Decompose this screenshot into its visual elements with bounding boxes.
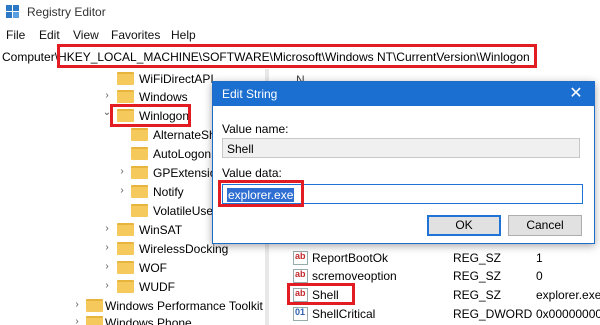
value-data: 1 [536, 251, 543, 265]
folder-icon [86, 316, 103, 325]
value-data: 0x00000000 (0 [536, 307, 600, 321]
menu-favorites[interactable]: Favorites [111, 28, 160, 42]
value-data-highlight-box [218, 180, 304, 207]
address-highlight-box [57, 44, 537, 68]
menu-help[interactable]: Help [171, 28, 196, 42]
folder-icon [117, 90, 134, 103]
menu-view[interactable]: View [73, 28, 99, 42]
value-type: REG_SZ [453, 269, 502, 283]
value-row-reportbootok[interactable]: ab ReportBootOk REG_SZ 1 [269, 248, 600, 268]
folder-icon [131, 147, 148, 160]
value-type: REG_SZ [453, 288, 502, 302]
tree-item-label: Windows Phone [105, 316, 192, 325]
expand-chevron-icon[interactable]: › [102, 261, 112, 272]
folder-icon [117, 280, 134, 293]
folder-icon [117, 223, 134, 236]
registry-editor-icon [6, 5, 20, 19]
dword-value-icon: 01 [293, 307, 308, 321]
folder-icon [86, 299, 103, 312]
tree-item-label: Windows Performance Toolkit [105, 299, 263, 313]
value-type: REG_DWORD [453, 307, 533, 321]
value-name-label: Value name: [222, 122, 289, 136]
menu-edit[interactable]: Edit [39, 28, 60, 42]
close-icon[interactable]: ✕ [566, 84, 586, 104]
winlogon-highlight-box [110, 104, 191, 127]
tree-item-label: WUDF [139, 280, 175, 294]
tree-item-label: Notify [153, 185, 184, 199]
shell-highlight-box [287, 283, 355, 305]
folder-icon [117, 242, 134, 255]
window-title: Registry Editor [27, 5, 106, 19]
value-name: scremoveoption [312, 269, 397, 283]
tree-item-label: Windows [139, 90, 188, 104]
tree-item-label: WiFiDirectAPI [139, 72, 214, 86]
expand-chevron-icon[interactable]: › [102, 90, 112, 101]
value-name-field: Shell [222, 138, 580, 158]
expand-chevron-icon[interactable]: › [102, 242, 112, 253]
menu-file[interactable]: File [6, 28, 25, 42]
folder-icon [131, 128, 148, 141]
expand-chevron-icon[interactable]: › [117, 185, 127, 196]
tree-item-label: WirelessDocking [139, 242, 229, 256]
expand-chevron-icon[interactable]: › [102, 280, 112, 291]
tree-item-label: AutoLogon [153, 147, 212, 161]
expand-chevron-icon[interactable]: › [72, 316, 82, 325]
tree-item-label: WinSAT [139, 223, 183, 237]
string-value-icon: ab [293, 251, 308, 265]
value-type: REG_SZ [453, 251, 502, 265]
value-name-text: Shell [227, 142, 254, 156]
value-data: 0 [536, 269, 543, 283]
expand-chevron-icon[interactable]: › [72, 299, 82, 310]
value-row-shellcritical[interactable]: 01 ShellCritical REG_DWORD 0x00000000 (0 [269, 304, 600, 324]
folder-icon [131, 185, 148, 198]
value-data: explorer.exe [536, 288, 600, 302]
folder-icon [117, 261, 134, 274]
edit-string-dialog: Edit String ✕ Value name: Shell Value da… [212, 81, 595, 244]
window-titlebar: Registry Editor [0, 0, 600, 24]
value-data-label: Value data: [222, 166, 282, 180]
ok-button[interactable]: OK [427, 215, 501, 236]
tree-item-label: WOF [139, 261, 167, 275]
tree-item-label: AlternateSh [153, 128, 216, 142]
folder-icon [131, 204, 148, 217]
string-value-icon: ab [293, 269, 308, 283]
dialog-title: Edit String [222, 87, 278, 101]
menu-bar: File Edit View Favorites Help [0, 26, 600, 44]
dialog-titlebar[interactable]: Edit String ✕ [213, 82, 594, 106]
cancel-button[interactable]: Cancel [508, 215, 582, 236]
tree-item-label: VolatileUser [153, 204, 218, 218]
expand-chevron-icon[interactable]: › [117, 166, 127, 177]
expand-chevron-icon[interactable]: › [102, 223, 112, 234]
folder-icon [117, 72, 134, 85]
folder-icon [131, 166, 148, 179]
value-name: ReportBootOk [312, 251, 389, 265]
value-name: ShellCritical [312, 307, 376, 321]
